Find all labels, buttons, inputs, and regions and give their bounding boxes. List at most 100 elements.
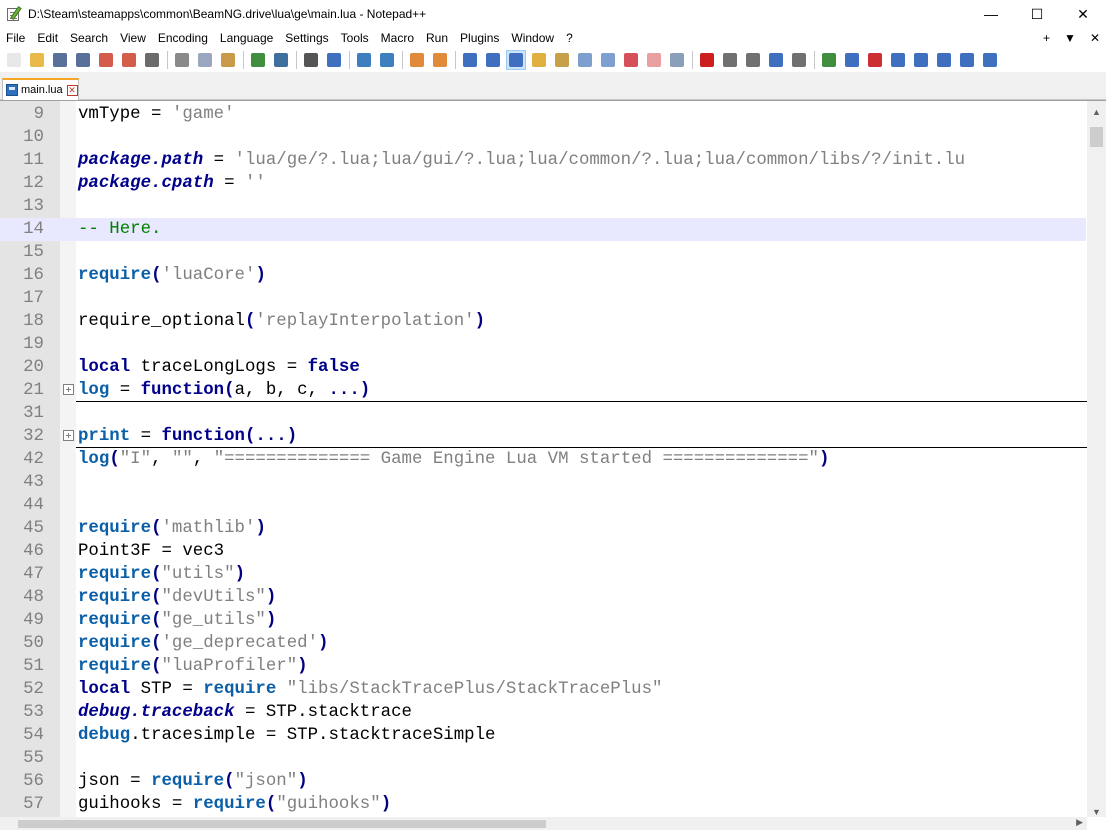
- monitor-button[interactable]: [667, 50, 687, 70]
- close-button[interactable]: [96, 50, 116, 70]
- function-list-button[interactable]: [598, 50, 618, 70]
- scroll-up-icon[interactable]: ▲: [1092, 107, 1101, 117]
- save-macro-button[interactable]: [789, 50, 809, 70]
- folder-workspace-button[interactable]: [621, 50, 641, 70]
- stop-macro-button[interactable]: [720, 50, 740, 70]
- sync-vertical-button[interactable]: [407, 50, 427, 70]
- tab-list-button[interactable]: ▼: [1064, 31, 1076, 45]
- paste-button[interactable]: [218, 50, 238, 70]
- new-tab-button[interactable]: +: [1043, 31, 1050, 45]
- code-editor[interactable]: 9 vmType = 'game' 10 11 package.path = 'lua/…: [0, 100, 1106, 830]
- code-line[interactable]: 46 Point3F = vec3: [0, 540, 1086, 563]
- code-line[interactable]: 31: [0, 402, 1086, 425]
- run-macro-multiple-button[interactable]: [766, 50, 786, 70]
- fold-expand-icon[interactable]: [63, 384, 74, 395]
- menu-plugins[interactable]: Plugins: [454, 28, 505, 48]
- menu-settings[interactable]: Settings: [279, 28, 334, 48]
- code-line[interactable]: 48 require("devUtils"): [0, 586, 1086, 609]
- minimize-button[interactable]: —: [968, 0, 1014, 28]
- code-line[interactable]: 50 require('ge_deprecated'): [0, 632, 1086, 655]
- word-wrap-button[interactable]: [460, 50, 480, 70]
- code-line[interactable]: 11 package.path = 'lua/ge/?.lua;lua/gui/?…: [0, 149, 1086, 172]
- plugin-4-button[interactable]: [888, 50, 908, 70]
- code-line[interactable]: 45 require('mathlib'): [0, 517, 1086, 540]
- find-button[interactable]: [301, 50, 321, 70]
- cut-button[interactable]: [172, 50, 192, 70]
- menu-file[interactable]: File: [0, 28, 31, 48]
- plugin-1-button[interactable]: [819, 50, 839, 70]
- plugin-8-button[interactable]: [980, 50, 1000, 70]
- code-line[interactable]: 21 log = function(a, b, c, ...): [0, 379, 1106, 402]
- code-line[interactable]: 53 debug.traceback = STP.stacktrace: [0, 701, 1086, 724]
- menu-run[interactable]: Run: [420, 28, 454, 48]
- scroll-down-icon[interactable]: ▼: [1092, 807, 1101, 817]
- menu-language[interactable]: Language: [214, 28, 279, 48]
- code-line[interactable]: 44: [0, 494, 1086, 517]
- menu-help[interactable]: ?: [560, 28, 579, 48]
- tab-close-icon[interactable]: ✕: [66, 84, 78, 96]
- folder-button[interactable]: [644, 50, 664, 70]
- code-line[interactable]: 49 require("ge_utils"): [0, 609, 1086, 632]
- code-line[interactable]: 47 require("utils"): [0, 563, 1086, 586]
- plugin-2-button[interactable]: [842, 50, 862, 70]
- code-line[interactable]: 10: [0, 126, 1086, 149]
- doc-map-button[interactable]: [552, 50, 572, 70]
- save-button[interactable]: [50, 50, 70, 70]
- code-line[interactable]: 43: [0, 471, 1086, 494]
- code-line[interactable]: 17: [0, 287, 1086, 310]
- code-line[interactable]: 56 json = require("json"): [0, 770, 1086, 793]
- close-button[interactable]: ✕: [1060, 0, 1106, 28]
- sync-horizontal-button[interactable]: [430, 50, 450, 70]
- menu-window[interactable]: Window: [505, 28, 560, 48]
- code-line[interactable]: 16 require('luaCore'): [0, 264, 1086, 287]
- code-line[interactable]: 13: [0, 195, 1086, 218]
- code-line[interactable]: 12 package.cpath = '': [0, 172, 1086, 195]
- redo-button[interactable]: [271, 50, 291, 70]
- zoom-in-button[interactable]: [354, 50, 374, 70]
- code-line[interactable]: 54 debug.tracesimple = STP.stacktraceSimp…: [0, 724, 1086, 747]
- code-line[interactable]: 20 local traceLongLogs = false: [0, 356, 1086, 379]
- tab-main-lua[interactable]: main.lua ✕: [2, 78, 79, 100]
- code-line[interactable]: 15: [0, 241, 1086, 264]
- horizontal-scroll-thumb[interactable]: [18, 820, 546, 828]
- show-all-chars-button[interactable]: [483, 50, 503, 70]
- code-line[interactable]: 32 print = function(...): [0, 425, 1106, 448]
- menu-edit[interactable]: Edit: [31, 28, 64, 48]
- code-line[interactable]: 51 require("luaProfiler"): [0, 655, 1086, 678]
- fold-expand-icon[interactable]: [63, 430, 74, 441]
- menu-view[interactable]: View: [114, 28, 152, 48]
- close-doc-button[interactable]: ✕: [1090, 31, 1100, 45]
- play-macro-button[interactable]: [743, 50, 763, 70]
- new-file-button[interactable]: [4, 50, 24, 70]
- vertical-scrollbar[interactable]: ▲ ▼: [1087, 101, 1106, 817]
- code-line[interactable]: 57 guihooks = require("guihooks"): [0, 793, 1086, 816]
- plugin-6-button[interactable]: [934, 50, 954, 70]
- zoom-out-button[interactable]: [377, 50, 397, 70]
- record-macro-button[interactable]: [697, 50, 717, 70]
- code-line[interactable]: 52 local STP = require "libs/StackTracePl…: [0, 678, 1086, 701]
- copy-button[interactable]: [195, 50, 215, 70]
- save-all-button[interactable]: [73, 50, 93, 70]
- open-file-button[interactable]: [27, 50, 47, 70]
- plugin-3-button[interactable]: [865, 50, 885, 70]
- scroll-right-icon[interactable]: ▶: [1076, 817, 1083, 828]
- undo-button[interactable]: [248, 50, 268, 70]
- replace-button[interactable]: [324, 50, 344, 70]
- close-all-button[interactable]: [119, 50, 139, 70]
- maximize-button[interactable]: ☐: [1014, 0, 1060, 28]
- code-line[interactable]: 14 -- Here.: [0, 218, 1086, 241]
- code-line[interactable]: 19: [0, 333, 1086, 356]
- menu-tools[interactable]: Tools: [335, 28, 375, 48]
- vertical-scroll-thumb[interactable]: [1090, 127, 1103, 147]
- indent-guide-button[interactable]: [506, 50, 526, 70]
- menu-encoding[interactable]: Encoding: [152, 28, 214, 48]
- doc-list-button[interactable]: [575, 50, 595, 70]
- code-line[interactable]: 18 require_optional('replayInterpolation'…: [0, 310, 1086, 333]
- code-line[interactable]: 9 vmType = 'game': [0, 103, 1086, 126]
- plugin-5-button[interactable]: [911, 50, 931, 70]
- menu-search[interactable]: Search: [64, 28, 114, 48]
- plugin-7-button[interactable]: [957, 50, 977, 70]
- print-button[interactable]: [142, 50, 162, 70]
- horizontal-scrollbar[interactable]: ▶: [0, 817, 1087, 830]
- menu-macro[interactable]: Macro: [375, 28, 420, 48]
